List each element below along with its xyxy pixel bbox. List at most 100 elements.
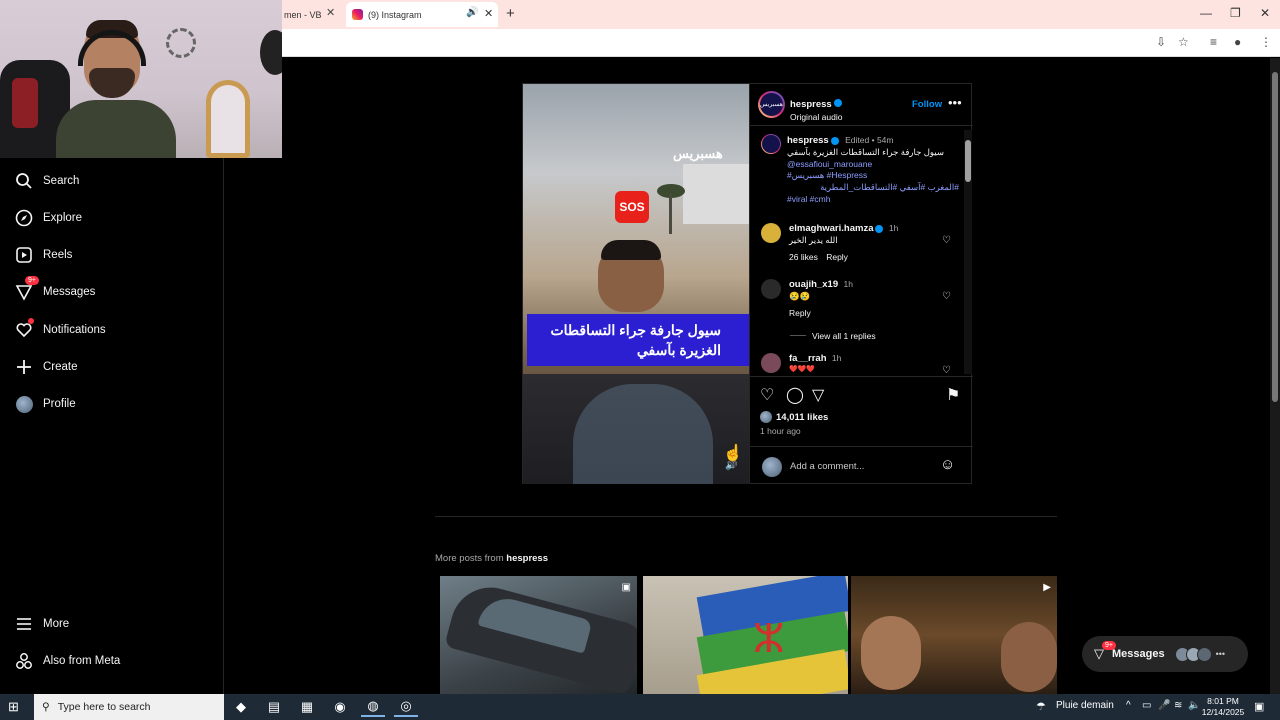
sidebar-item-profile[interactable]: Profile: [14, 391, 76, 417]
comment-icon[interactable]: ◯: [786, 385, 804, 405]
address-bar: ⇩ ☆ ≡ ● ⋮: [282, 29, 1280, 57]
avatar: [1196, 646, 1212, 662]
comment-username[interactable]: ouajih_x19: [789, 279, 838, 290]
messages-floating-button[interactable]: ▽ 9+ Messages •••: [1082, 636, 1248, 672]
microphone-icon[interactable]: 🎤: [1158, 700, 1170, 711]
avatar[interactable]: هسبريس: [758, 91, 785, 118]
like-heart-icon[interactable]: ♡: [760, 385, 774, 405]
system-clock[interactable]: 8:01 PM 12/14/2025: [1196, 696, 1250, 718]
sidebar-item-explore[interactable]: Explore: [14, 205, 82, 231]
post-video[interactable]: هسبريس SOS سيول جارفة جراء التساقطات الغ…: [523, 84, 749, 484]
more-post-thumbnail[interactable]: ⵣ: [643, 576, 848, 694]
sidebar-item-messages[interactable]: 9+ Messages: [14, 276, 96, 305]
bookmark-star-icon[interactable]: ☆: [1178, 35, 1189, 49]
copilot-icon[interactable]: ◆: [229, 697, 253, 717]
emoji-icon[interactable]: ☺: [940, 456, 955, 473]
install-app-icon[interactable]: ⇩: [1156, 35, 1166, 49]
avatar: [14, 394, 34, 414]
sidebar-item-create[interactable]: Create: [14, 354, 78, 380]
taskbar-search[interactable]: ⚲ Type here to search: [34, 694, 224, 720]
more-options-icon[interactable]: •••: [948, 95, 962, 110]
weather-text[interactable]: Pluie demain: [1056, 700, 1114, 711]
webcam-overlay: [0, 0, 282, 158]
caption-hashtags-2[interactable]: #المغرب #آسفي #التساقطات_المطرية: [787, 182, 959, 193]
reply-button[interactable]: Reply: [826, 252, 848, 262]
new-tab-button[interactable]: +: [506, 5, 515, 22]
taskbar-search-placeholder: Type here to search: [57, 701, 151, 713]
store-icon[interactable]: ▦: [295, 697, 319, 717]
search-icon: ⚲: [42, 701, 50, 713]
share-icon[interactable]: ▽: [812, 385, 824, 405]
avatar[interactable]: [761, 353, 781, 373]
file-explorer-icon[interactable]: ▤: [262, 697, 286, 717]
messages-badge: 9+: [1102, 641, 1116, 650]
sidebar-item-label: Explore: [43, 212, 82, 224]
speaker-icon[interactable]: 🔊: [466, 7, 478, 18]
more-post-thumbnail[interactable]: ▣: [440, 576, 637, 694]
profile-avatar-icon[interactable]: ●: [1234, 35, 1241, 49]
comment-likes[interactable]: 26 likes: [789, 252, 818, 262]
plus-icon: [14, 357, 34, 377]
comments-list: hespress Edited • 54m سيول جارفة جراء ال…: [750, 126, 973, 376]
more-post-thumbnail[interactable]: ▶: [851, 576, 1057, 694]
page-scroll-thumb[interactable]: [1272, 72, 1278, 402]
reply-button[interactable]: Reply: [789, 308, 811, 318]
notification-center-icon[interactable]: ▣: [1254, 700, 1264, 713]
caption-username[interactable]: hespress: [787, 135, 829, 146]
minimize-icon[interactable]: —: [1200, 6, 1212, 20]
reels-icon: [14, 245, 34, 265]
avatar[interactable]: [761, 279, 781, 299]
close-icon[interactable]: ✕: [484, 7, 493, 20]
comments-scroll-thumb[interactable]: [965, 140, 971, 182]
caption-mention[interactable]: @essafioui_marouane: [787, 159, 959, 169]
heart-icon[interactable]: ♡: [942, 291, 951, 302]
post-author-username[interactable]: hespress: [790, 99, 832, 110]
audio-label[interactable]: Original audio: [790, 112, 842, 122]
caption-hashtags-3[interactable]: #viral #cmh: [787, 194, 959, 204]
sidebar-item-label: Profile: [43, 398, 76, 410]
comment-time: 1h: [843, 279, 853, 289]
network-icon[interactable]: ▭: [1142, 700, 1151, 711]
comment-username[interactable]: elmaghwari.hamza: [789, 223, 873, 234]
tray-chevron-icon[interactable]: ^: [1126, 700, 1131, 711]
comment-username[interactable]: fa__rrah: [789, 353, 827, 364]
sos-badge: SOS: [615, 191, 649, 223]
sidebar-item-label: Notifications: [43, 324, 106, 336]
sidebar-item-label: More: [43, 618, 70, 630]
more-posts-username[interactable]: hespress: [506, 553, 548, 564]
caption-hashtags-1[interactable]: #هسبريس #Hespress: [787, 170, 959, 181]
tab-instagram[interactable]: (9) Instagram 🔊 ✕: [346, 2, 498, 27]
media-control-icon[interactable]: ≡: [1210, 35, 1217, 49]
follow-button[interactable]: Follow: [912, 99, 942, 110]
sidebar-item-label: Messages: [43, 286, 96, 298]
avatar[interactable]: [761, 134, 781, 154]
close-icon[interactable]: ✕: [326, 6, 335, 19]
browser-menu-icon[interactable]: ⋮: [1260, 35, 1272, 49]
search-icon: [14, 171, 34, 191]
heart-icon[interactable]: ♡: [942, 235, 951, 246]
save-bookmark-icon[interactable]: ⚑: [946, 385, 960, 405]
wifi-icon[interactable]: ≋: [1174, 700, 1182, 711]
sidebar-item-search[interactable]: Search: [14, 168, 79, 194]
comment-input[interactable]: Add a comment...: [790, 461, 864, 472]
reels-icon: ▶: [1043, 582, 1051, 593]
sidebar-item-notifications[interactable]: Notifications: [14, 317, 106, 343]
sidebar-item-more[interactable]: More: [14, 611, 69, 637]
heart-icon[interactable]: ♡: [942, 365, 951, 376]
recorder-icon[interactable]: ◎: [394, 697, 418, 717]
sidebar-item-reels[interactable]: Reels: [14, 242, 72, 268]
app-icon[interactable]: ◉: [328, 697, 352, 717]
view-replies-button[interactable]: View all 1 replies: [812, 331, 876, 341]
media-logo-text: هسبريس: [673, 146, 723, 161]
likes-count[interactable]: 14,011 likes: [776, 412, 828, 423]
avatar: [762, 457, 782, 477]
close-window-icon[interactable]: ✕: [1260, 6, 1270, 20]
sidebar-item-also-from-meta[interactable]: Also from Meta: [14, 648, 120, 674]
restore-icon[interactable]: ❐: [1230, 6, 1241, 20]
comment-time: 1h: [888, 223, 899, 233]
caption-text: سيول جارفة جراء التساقطات الغزيرة بآسفي: [787, 147, 944, 157]
weather-icon[interactable]: ☂: [1036, 700, 1046, 713]
avatar[interactable]: [761, 223, 781, 243]
windows-start-icon[interactable]: ⊞: [8, 699, 19, 715]
chrome-icon[interactable]: ◍: [361, 697, 385, 717]
